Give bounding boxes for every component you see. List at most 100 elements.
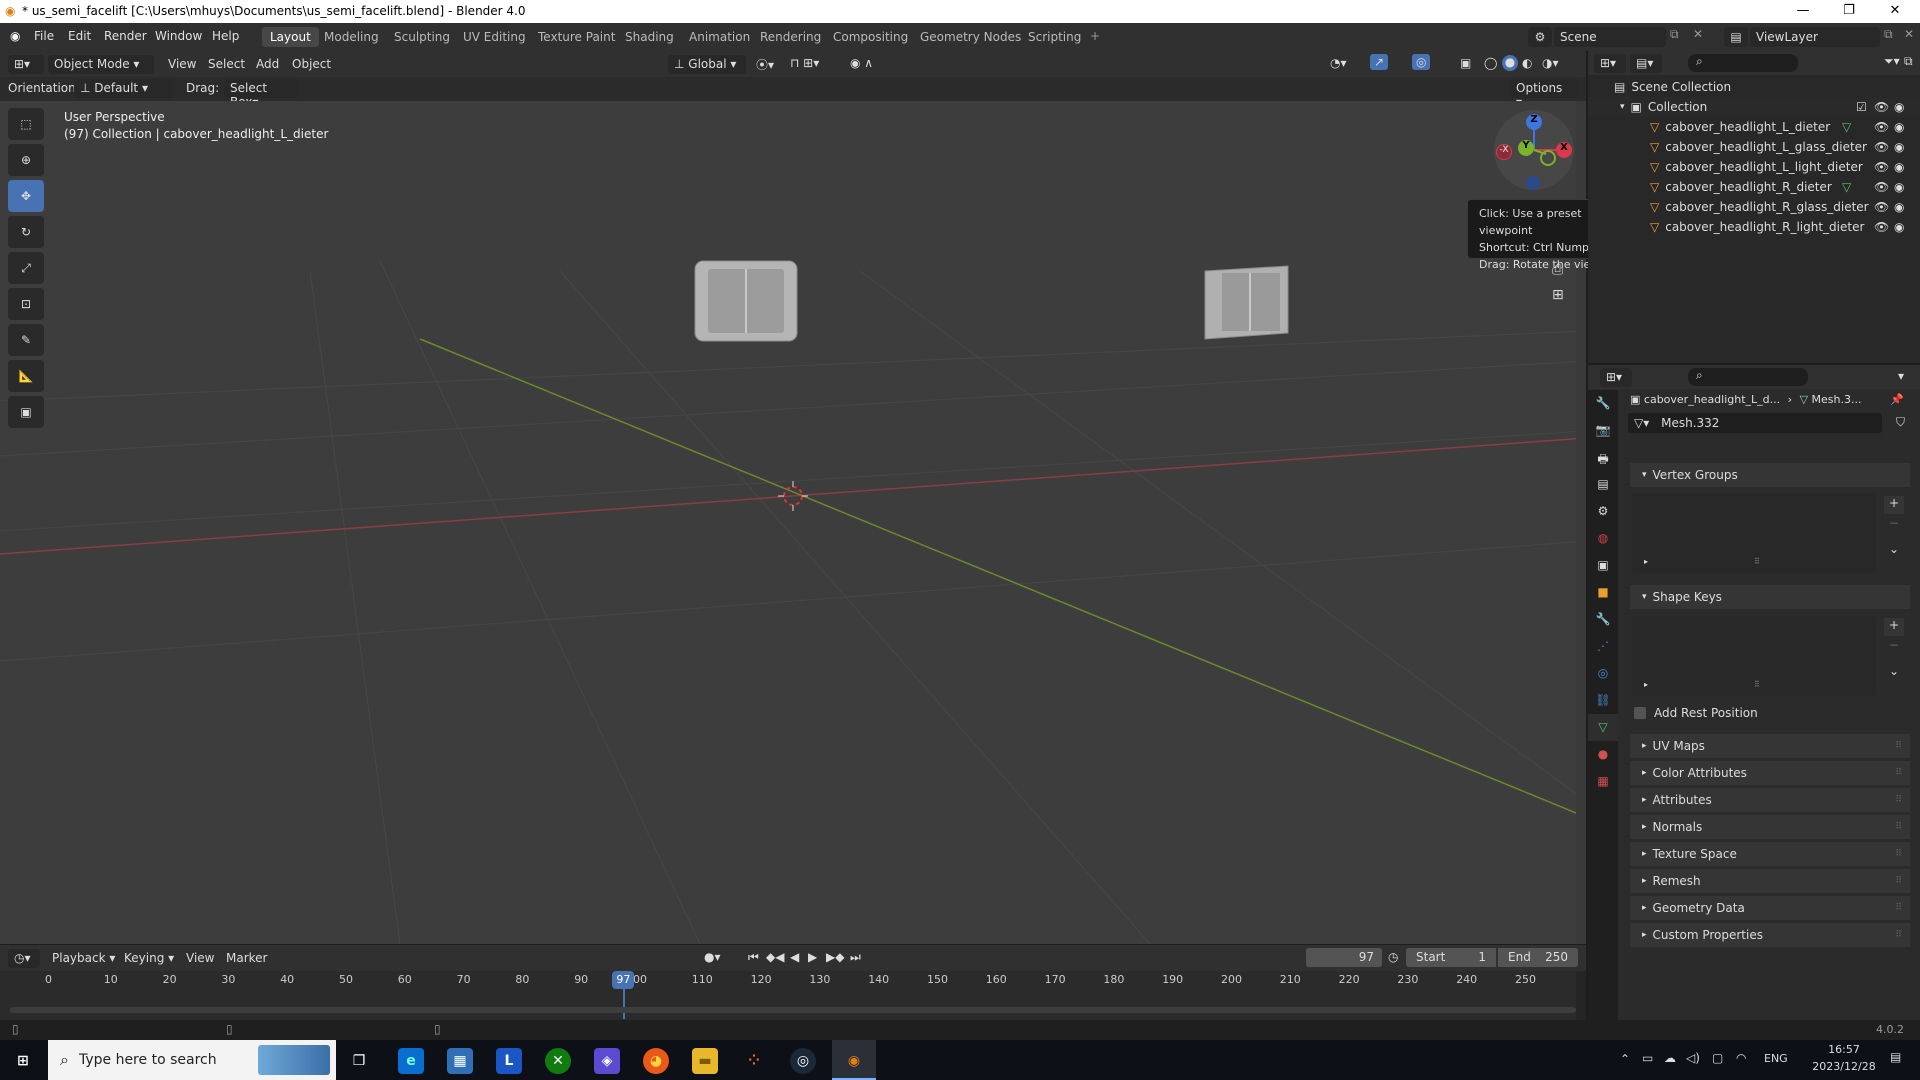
mesh-data-badge-icon[interactable]: ▽ [1842, 180, 1851, 194]
microsoft-store-icon[interactable]: ▦ [447, 1048, 473, 1074]
menu-window[interactable]: Window [155, 29, 202, 43]
mesh-data-badge-icon[interactable]: ▽ [1842, 120, 1851, 134]
battery-icon[interactable]: ▭ [1642, 1051, 1653, 1065]
language-indicator[interactable]: ENG [1764, 1052, 1788, 1065]
rendered-shading-icon[interactable]: ◑▾ [1542, 56, 1559, 70]
add-shape-key-button[interactable]: + [1884, 618, 1904, 636]
property-panel-header[interactable]: ▸ Texture Space ⠿ [1630, 842, 1910, 866]
breadcrumb-mesh[interactable]: Mesh.3... [1812, 393, 1862, 406]
new-collection-icon[interactable]: ⧉ [1904, 54, 1913, 69]
breadcrumb-object[interactable]: cabover_headlight_L_d... [1644, 393, 1780, 406]
annotate-tool-icon[interactable]: ✎ [8, 324, 44, 356]
taskbar-search-box[interactable]: ⌕ Type here to search [48, 1040, 336, 1080]
jump-to-keyframe-forward-icon[interactable]: ▶◆ [826, 950, 844, 964]
keying-menu[interactable]: Keying ▾ [124, 951, 174, 965]
delete-view-layer-icon[interactable]: ✕ [1904, 27, 1914, 41]
menu-file[interactable]: File [34, 29, 54, 43]
xbox-icon[interactable]: ✕ [545, 1048, 571, 1074]
object-render-icon[interactable]: ◉ [1894, 120, 1904, 134]
cursor-tool-icon[interactable]: ⊕ [8, 144, 44, 176]
object-visibility-icon[interactable]: 👁 [1874, 120, 1889, 134]
options-dropdown[interactable]: Options ▾ [1510, 79, 1578, 109]
menu-help[interactable]: Help [212, 29, 239, 43]
object-render-icon[interactable]: ◉ [1894, 220, 1904, 234]
menu-add[interactable]: Add [256, 57, 279, 71]
property-panel-header[interactable]: ▸ Custom Properties ⠿ [1630, 923, 1910, 947]
drag-selector[interactable]: Select Box▾ [224, 79, 298, 109]
clock-time[interactable]: 16:57 [1814, 1043, 1874, 1056]
playback-menu[interactable]: Playback ▾ [52, 951, 115, 965]
scene-selector[interactable]: Scene [1554, 27, 1666, 47]
3d-viewport[interactable]: User Perspective (97) Collection | cabov… [0, 101, 1586, 944]
navigation-gizmo[interactable]: Z X Y -X [1494, 110, 1574, 190]
add-rest-position-row[interactable]: Add Rest Position [1634, 704, 1758, 722]
end-frame-field[interactable]: End 250 [1498, 948, 1578, 967]
clock-date[interactable]: 2023/12/28 [1806, 1060, 1882, 1073]
visibility-icon[interactable]: ◔▾ [1330, 56, 1347, 70]
scene-collection-row[interactable]: ▤ Scene Collection [1588, 77, 1920, 97]
transform-orientation-selector[interactable]: ⊥ Global ▾ [668, 55, 746, 74]
add-cube-tool-icon[interactable]: ▣ [8, 396, 44, 428]
overlay-toggle-icon[interactable]: ◎ [1412, 54, 1431, 70]
object-render-icon[interactable]: ◉ [1894, 200, 1904, 214]
tab-rendering[interactable]: Rendering [752, 27, 829, 47]
timeline-scrollbar[interactable] [10, 1007, 1576, 1013]
panel-drag-handle-icon[interactable]: ⠿ [1895, 849, 1902, 859]
windows-start-icon[interactable]: ⊞ [10, 1048, 36, 1074]
display-icon[interactable]: ▢ [1712, 1051, 1723, 1065]
scene-icon[interactable]: ⚙ [1528, 27, 1552, 47]
render-tab-icon[interactable]: 📷 [1588, 417, 1618, 444]
tab-modeling[interactable]: Modeling [316, 27, 387, 47]
copilot-icon[interactable]: ◈ [594, 1048, 620, 1074]
panel-drag-handle-icon[interactable]: ⠿ [1895, 741, 1902, 751]
display-mode-icon[interactable]: ▤▾ [1630, 54, 1662, 73]
remove-shape-key-button[interactable]: − [1884, 638, 1904, 656]
app-dots-icon[interactable]: ⁘ [741, 1048, 767, 1074]
timeline-playhead[interactable]: 97 [612, 971, 635, 989]
show-hidden-icons-icon[interactable]: ⌃ [1620, 1052, 1630, 1066]
menu-render[interactable]: Render [104, 29, 147, 43]
panel-drag-handle-icon[interactable]: ⠿ [1895, 795, 1902, 805]
wifi-icon[interactable]: ◠ [1736, 1051, 1746, 1065]
minimize-button[interactable]: — [1780, 0, 1826, 23]
menu-select[interactable]: Select [208, 57, 245, 71]
mesh-data-tab-icon[interactable]: ▽ [1588, 714, 1618, 741]
constraints-tab-icon[interactable]: ⛓ [1588, 687, 1618, 714]
collection-expand-icon[interactable]: ▾ [1620, 102, 1625, 112]
panel-drag-handle-icon[interactable]: ⠿ [1895, 930, 1902, 940]
new-scene-icon[interactable]: ⧉ [1670, 27, 1679, 42]
view-layer-selector[interactable]: ViewLayer [1750, 27, 1880, 47]
panel-drag-handle-icon[interactable]: ⠿ [1895, 822, 1902, 832]
gizmo-y-axis[interactable]: Y [1518, 140, 1534, 156]
current-frame-field[interactable]: 97 [1306, 948, 1382, 967]
collection-visibility-icon[interactable]: 👁 [1874, 100, 1889, 114]
add-rest-position-checkbox[interactable] [1634, 707, 1646, 719]
outliner-object-row[interactable]: ▽ cabover_headlight_L_dieter ▽ 👁 ◉ [1588, 117, 1920, 137]
object-visibility-icon[interactable]: 👁 [1874, 140, 1889, 154]
pin-icon[interactable]: 📌 [1890, 393, 1904, 406]
object-visibility-icon[interactable]: 👁 [1874, 160, 1889, 174]
add-vertex-group-button[interactable]: + [1884, 496, 1904, 514]
tool-tab-icon[interactable]: 🔧 [1588, 390, 1618, 417]
mode-selector[interactable]: Object Mode ▾ [48, 55, 154, 74]
shape-keys-filter-icon[interactable]: ▸ [1644, 680, 1648, 689]
object-render-icon[interactable]: ◉ [1894, 160, 1904, 174]
particles-tab-icon[interactable]: ⋰ [1588, 633, 1618, 660]
outliner-object-row[interactable]: ▽ cabover_headlight_R_light_dieter 👁 ◉ [1588, 217, 1920, 237]
object-render-icon[interactable]: ◉ [1894, 140, 1904, 154]
mesh-name-field[interactable]: ▽▾ Mesh.332 [1628, 413, 1882, 433]
tab-texture-paint[interactable]: Texture Paint [530, 27, 623, 47]
wireframe-shading-icon[interactable]: ◯ [1484, 56, 1497, 70]
property-panel-header[interactable]: ▸ Remesh ⠿ [1630, 869, 1910, 893]
pivot-point-icon[interactable]: ⦿▾ [756, 56, 774, 73]
tab-layout[interactable]: Layout [262, 27, 319, 47]
jump-to-start-icon[interactable]: ⏮ [748, 950, 759, 965]
property-panel-header[interactable]: ▸ Normals ⠿ [1630, 815, 1910, 839]
gizmo-x-axis[interactable]: X [1556, 142, 1572, 158]
tab-sculpting[interactable]: Sculpting [386, 27, 458, 47]
tab-shading[interactable]: Shading [617, 27, 682, 47]
menu-view[interactable]: View [168, 57, 196, 71]
texture-tab-icon[interactable]: ▦ [1588, 768, 1618, 795]
steam-icon[interactable]: ◎ [790, 1048, 816, 1074]
property-panel-header[interactable]: ▸ Color Attributes ⠿ [1630, 761, 1910, 785]
